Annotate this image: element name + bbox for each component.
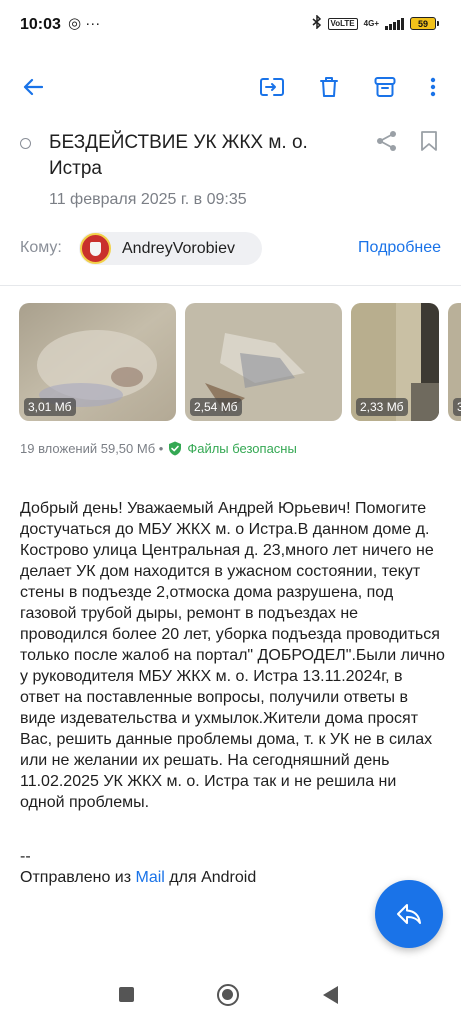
more-vert-icon[interactable] xyxy=(418,72,448,102)
message-subject: БЕЗДЕЙСТВИЕ УК ЖКХ м. о. Истра xyxy=(49,132,308,179)
attachment-size: 2,33 Мб xyxy=(356,398,408,416)
mail-app-link[interactable]: Mail xyxy=(136,869,165,886)
shield-check-icon xyxy=(168,441,182,456)
attachment-size: 3,01 Мб xyxy=(24,398,76,416)
archive-icon[interactable] xyxy=(370,72,400,102)
battery-icon: 59 xyxy=(410,17,439,30)
status-notification-icons: ◎ ··· xyxy=(68,15,101,32)
share-icon[interactable] xyxy=(376,130,400,154)
recipient-avatar xyxy=(80,233,111,264)
details-link[interactable]: Подробнее xyxy=(358,239,441,257)
recipient-chip[interactable]: AndreyVorobiev xyxy=(79,232,262,265)
attachment-size: 2,54 Мб xyxy=(190,398,242,416)
toolbar xyxy=(0,62,461,112)
divider xyxy=(0,285,461,286)
move-to-folder-icon[interactable] xyxy=(257,72,287,102)
signature: Отправлено из Mail для Android xyxy=(20,869,256,887)
attachment-thumbnail[interactable]: 2,33 Мб xyxy=(351,303,439,421)
reply-icon xyxy=(397,904,421,924)
recipient-name: AndreyVorobiev xyxy=(122,239,235,257)
signature-separator: -- xyxy=(20,848,31,865)
home-circle-icon[interactable] xyxy=(217,984,239,1006)
bluetooth-icon xyxy=(312,14,322,32)
reply-button[interactable] xyxy=(375,880,443,948)
signature-suffix: для Android xyxy=(164,869,257,886)
attachments-strip[interactable]: 3,01 Мб 2,54 Мб 2,33 Мб 3 xyxy=(0,303,461,421)
attachments-count: 19 вложений 59,50 Мб • xyxy=(20,441,164,456)
trash-icon[interactable] xyxy=(314,72,344,102)
attachment-thumbnail[interactable]: 3 xyxy=(448,303,461,421)
message-body: Добрый день! Уважаемый Андрей Юрьевич! П… xyxy=(20,500,445,811)
back-triangle-icon[interactable] xyxy=(323,986,338,1004)
status-bar: 10:03 ◎ ··· VoLTE 4G+ 59 xyxy=(0,0,461,50)
attachments-summary: 19 вложений 59,50 Мб • Файлы безопасны xyxy=(20,441,297,456)
system-nav-bar xyxy=(0,975,461,1024)
attachment-thumbnail[interactable]: 2,54 Мб xyxy=(185,303,342,421)
recipient-row: Кому: AndreyVorobiev Подробнее xyxy=(0,232,461,266)
status-right-icons: VoLTE 4G+ 59 xyxy=(312,14,439,32)
to-label: Кому: xyxy=(20,239,62,256)
files-safe-label: Файлы безопасны xyxy=(187,441,297,456)
read-status-icon[interactable] xyxy=(20,138,31,149)
volte-badge: VoLTE xyxy=(327,17,358,30)
message-date: 11 февраля 2025 г. в 09:35 xyxy=(49,191,247,208)
network-type: 4G+ xyxy=(363,18,379,28)
signature-prefix: Отправлено из xyxy=(20,869,136,886)
status-time: 10:03 xyxy=(20,16,61,33)
bookmark-icon[interactable] xyxy=(420,130,444,154)
battery-level: 59 xyxy=(410,17,436,30)
attachment-thumbnail[interactable]: 3,01 Мб xyxy=(19,303,176,421)
recents-square-icon[interactable] xyxy=(119,987,134,1002)
attachment-size: 3 xyxy=(453,398,461,416)
signal-icon xyxy=(385,17,404,30)
back-arrow-icon[interactable] xyxy=(18,72,48,102)
